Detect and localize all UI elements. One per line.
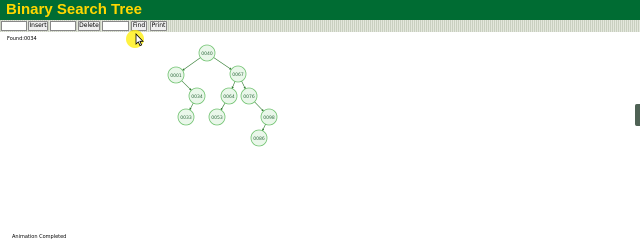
tree-node-label: 0001 (170, 73, 182, 79)
animation-status-text: Animation Completed (12, 234, 67, 240)
tree-node: 0033 (177, 108, 195, 126)
tree-node-label: 0064 (223, 94, 235, 100)
tree-node-label: 0067 (232, 72, 244, 78)
tree-edge (182, 57, 201, 71)
tree-edge (254, 101, 264, 112)
tree-node-label: 0053 (211, 115, 223, 121)
tree-edge (181, 80, 192, 91)
tree-node: 0034 (188, 87, 206, 105)
tree-node: 0001 (167, 66, 185, 84)
tree-node-label: 0040 (201, 51, 213, 57)
tree-nodes: 0040 0001 0067 0034 0064 0076 0033 0053 0098 0086 (167, 44, 278, 147)
tree-edge (189, 102, 194, 111)
side-panel-tab[interactable] (635, 104, 640, 126)
mouse-cursor-icon (126, 30, 144, 48)
tree-edge (213, 57, 232, 70)
tree-edge (241, 81, 246, 90)
tree-node: 0076 (240, 87, 258, 105)
bst-canvas: 0040 0001 0067 0034 0064 0076 0033 0053 0098 0086 (167, 44, 278, 147)
tree-node: 0086 (250, 129, 268, 147)
tree-node-label: 0034 (191, 94, 203, 100)
tree-node-label: 0086 (253, 136, 265, 142)
tree-edge (262, 124, 266, 132)
tree-node: 0064 (220, 87, 238, 105)
tree-node: 0040 (198, 44, 216, 62)
tree-node: 0098 (260, 108, 278, 126)
tree-node-label: 0076 (243, 94, 255, 100)
tree-edge (231, 81, 236, 89)
tree-node-label: 0033 (180, 115, 192, 121)
tree-node: 0053 (208, 108, 226, 126)
tree-node: 0067 (229, 65, 247, 83)
tree-edge (220, 102, 226, 111)
tree-node-label: 0098 (263, 115, 275, 121)
